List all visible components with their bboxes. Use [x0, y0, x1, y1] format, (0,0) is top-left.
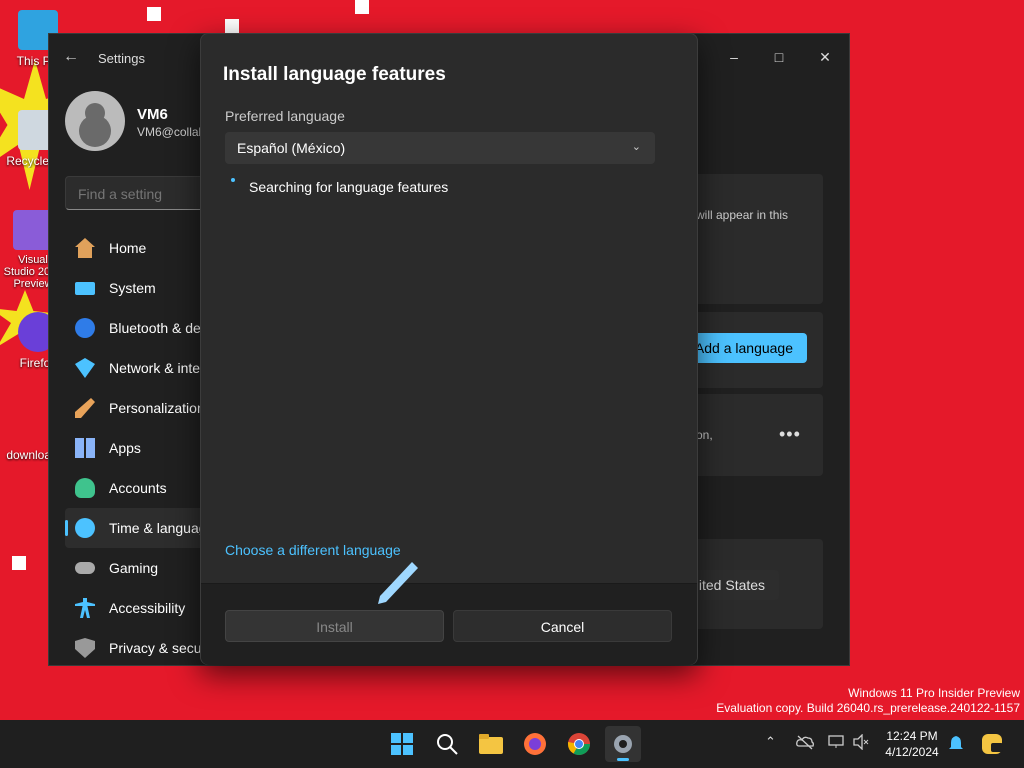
chrome-button[interactable]: [561, 726, 597, 762]
clock-time: 12:24 PM: [886, 729, 938, 743]
cancel-button[interactable]: Cancel: [453, 610, 672, 642]
preferred-language-label: Preferred language: [225, 108, 345, 124]
chevron-down-icon: ⌄: [631, 141, 641, 153]
firefox-button[interactable]: [517, 726, 553, 762]
windows-logo-icon: [391, 733, 413, 755]
settings-taskbar-button[interactable]: [605, 726, 641, 762]
taskbar-clock[interactable]: 12:24 PM 4/12/2024: [880, 728, 944, 760]
gaming-icon: [75, 562, 95, 574]
card-text: on,: [696, 428, 713, 442]
search-input[interactable]: [76, 185, 210, 203]
dialog-footer: Install Cancel: [201, 583, 697, 665]
artifact: [225, 19, 239, 33]
network-icon[interactable]: [828, 734, 844, 750]
install-button[interactable]: Install: [225, 610, 444, 642]
watermark-line1: Windows 11 Pro Insider Preview: [848, 686, 1020, 700]
profile-name: VM6: [137, 106, 168, 123]
system-icon: [75, 281, 95, 295]
wifi-icon: [75, 358, 95, 378]
copilot-icon[interactable]: [980, 732, 1004, 756]
more-options-icon[interactable]: •••: [779, 424, 801, 445]
folder-icon: [479, 734, 503, 754]
progress-spinner-icon: [231, 178, 235, 182]
taskbar: ⌃ 12:24 PM 4/12/2024: [0, 720, 1024, 768]
sidebar-item-label: Gaming: [109, 560, 159, 576]
choose-different-language-link[interactable]: Choose a different language: [225, 542, 401, 558]
cloud-offline-icon[interactable]: [796, 734, 814, 750]
add-language-button[interactable]: Add a language: [689, 333, 807, 363]
sidebar-item-label: System: [109, 280, 156, 296]
home-icon: [75, 238, 95, 258]
sidebar-item-label: Accessibility: [109, 600, 186, 616]
artifact: [147, 7, 161, 21]
search-button[interactable]: [429, 726, 465, 762]
content-card: on,: [679, 394, 823, 476]
sidebar-item-label: Personalization: [109, 400, 205, 416]
file-explorer-button[interactable]: [473, 726, 509, 762]
search-icon: [437, 734, 458, 755]
sidebar-item-label: Home: [109, 240, 147, 256]
status-text: Searching for language features: [249, 179, 449, 195]
minimize-icon[interactable]: –: [719, 42, 749, 72]
chevron-up-icon[interactable]: ⌃: [765, 734, 776, 750]
sidebar-item-label: Accounts: [109, 480, 167, 496]
chrome-icon: [568, 733, 590, 755]
mouse-pointer-icon: [378, 562, 418, 604]
globe-icon: [75, 518, 95, 538]
maximize-icon[interactable]: □: [764, 42, 794, 72]
dialog-title: Install language features: [223, 64, 446, 85]
watermark-line2: Evaluation copy. Build 26040.rs_prerelea…: [716, 701, 1020, 715]
close-icon[interactable]: ✕: [810, 42, 840, 72]
language-select[interactable]: Español (México) ⌄: [225, 132, 655, 164]
volume-muted-icon[interactable]: [853, 734, 869, 750]
apps-icon: [75, 438, 95, 458]
accessibility-icon: [75, 598, 95, 618]
back-arrow-icon[interactable]: ←: [63, 48, 79, 66]
search-box[interactable]: [65, 176, 217, 210]
card-text: will appear in this: [696, 208, 789, 222]
install-language-dialog: Install language features Preferred lang…: [200, 33, 698, 665]
artifact: [355, 0, 369, 14]
sidebar-item-label: Apps: [109, 440, 141, 456]
shield-icon: [75, 638, 95, 658]
sidebar-item-label: Time & language: [109, 520, 215, 536]
language-select-value: Español (México): [237, 140, 346, 156]
visual-studio-icon: [13, 210, 53, 250]
content-card: will appear in this: [679, 174, 823, 304]
window-title: Settings: [98, 51, 145, 66]
firefox-icon: [524, 733, 546, 755]
bell-icon[interactable]: [948, 735, 964, 753]
start-button[interactable]: [384, 726, 420, 762]
clock-date: 4/12/2024: [885, 745, 939, 759]
bluetooth-icon: [75, 318, 95, 338]
accounts-icon: [75, 478, 95, 498]
brush-icon: [75, 398, 95, 418]
gear-icon: [614, 735, 632, 753]
artifact: [12, 556, 26, 570]
avatar[interactable]: [65, 91, 125, 151]
